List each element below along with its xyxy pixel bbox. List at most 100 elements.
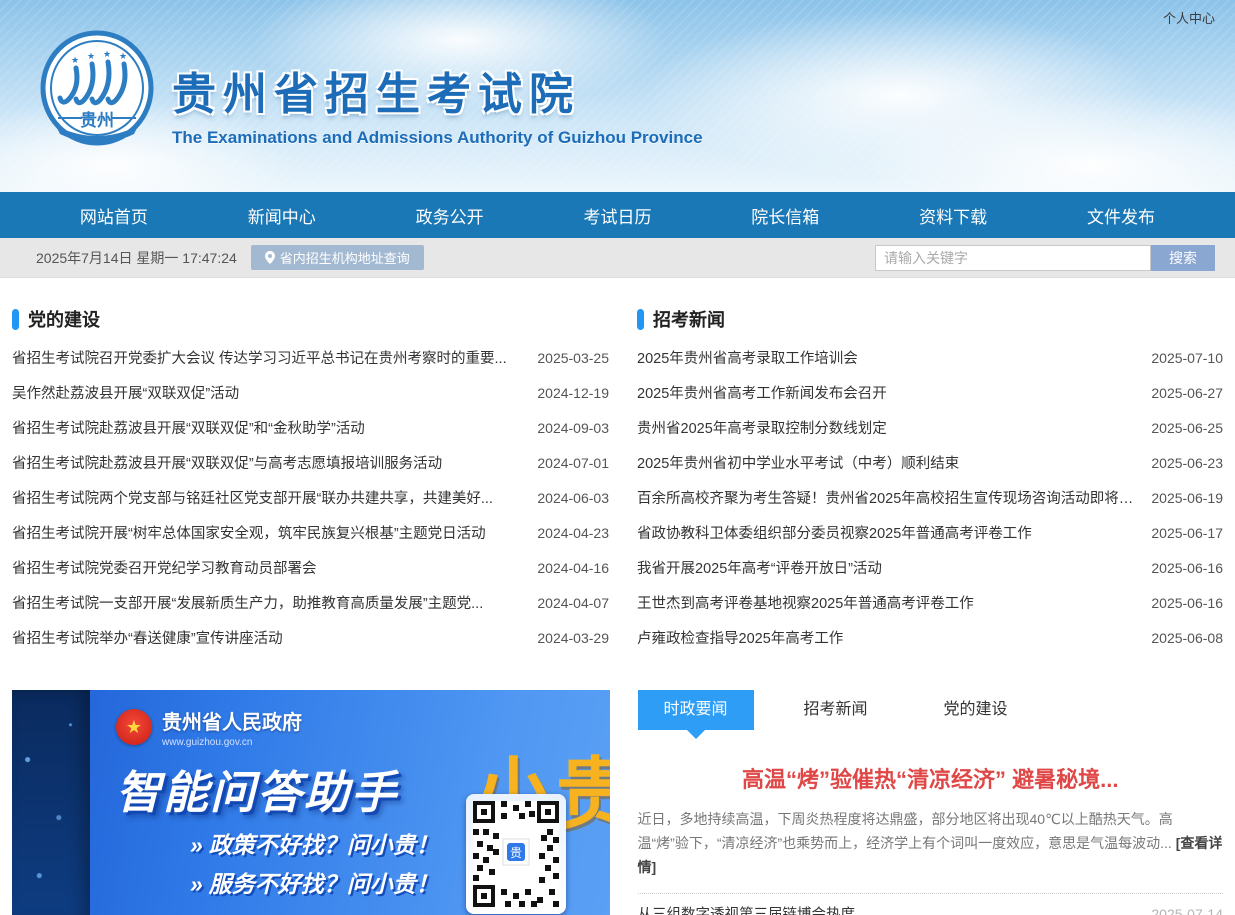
news-row[interactable]: 省招生考试院两个党支部与铭廷社区党支部开展“联办共建共享，共建美好... 202… <box>12 480 609 515</box>
news-row[interactable]: 省招生考试院举办“春送健康”宣传讲座活动 2024-03-29 <box>12 620 609 655</box>
news-title-link[interactable]: 省招生考试院两个党支部与铭廷社区党支部开展“联办共建共享，共建美好... <box>12 487 537 508</box>
news-title-link[interactable]: 省招生考试院一支部开展“发展新质生产力，助推教育高质量发展”主题党... <box>12 592 537 613</box>
news-row[interactable]: 省招生考试院召开党委扩大会议 传达学习习近平总书记在贵州考察时的重要... 20… <box>12 340 609 375</box>
news-title-link[interactable]: 王世杰到高考评卷基地视察2025年普通高考评卷工作 <box>637 592 1151 613</box>
svg-text:贵: 贵 <box>509 846 521 860</box>
news-title-link[interactable]: 省招生考试院赴荔波县开展“双联双促”和“金秋助学”活动 <box>12 417 537 438</box>
news-row[interactable]: 省招生考试院开展“树牢总体国家安全观，筑牢民族复兴根基”主题党日活动 2024-… <box>12 515 609 550</box>
news-date: 2024-04-07 <box>537 595 609 611</box>
news-date: 2025-06-16 <box>1151 595 1223 611</box>
main-content: 党的建设 省招生考试院召开党委扩大会议 传达学习习近平总书记在贵州考察时的重要.… <box>0 278 1235 655</box>
news-row[interactable]: 百余所高校齐聚为考生答疑！贵州省2025年高校招生宣传现场咨询活动即将举行 20… <box>637 480 1223 515</box>
nav-item[interactable]: 文件发布 <box>1087 203 1155 228</box>
nav-item[interactable]: 考试日历 <box>583 203 651 228</box>
search-button[interactable]: 搜索 <box>1151 245 1215 271</box>
nav-item[interactable]: 资料下载 <box>919 203 987 228</box>
news-row[interactable]: 省招生考试院赴荔波县开展“双联双促”与高考志愿填报培训服务活动 2024-07-… <box>12 445 609 480</box>
news-row[interactable]: 2025年贵州省初中学业水平考试（中考）顺利结束 2025-06-23 <box>637 445 1223 480</box>
featured-summary: 近日，多地持续高温，下周炎热程度将达鼎盛，部分地区将出现40℃以上酷热天气。高温… <box>638 808 1224 879</box>
nav-item[interactable]: 政务公开 <box>416 203 484 228</box>
news-row[interactable]: 贵州省2025年高考录取控制分数线划定 2025-06-25 <box>637 410 1223 445</box>
gov-name: 贵州省人民政府 <box>162 706 302 735</box>
news-date: 2025-06-25 <box>1151 420 1223 436</box>
news-title-link[interactable]: 卢雍政检查指导2025年高考工作 <box>637 627 1151 648</box>
double-arrow-icon: » <box>190 871 203 897</box>
news-row[interactable]: 我省开展2025年高考“评卷开放日”活动 2025-06-16 <box>637 550 1223 585</box>
news-date: 2025-07-10 <box>1151 350 1223 366</box>
section-bullet <box>12 309 19 330</box>
news-row[interactable]: 王世杰到高考评卷基地视察2025年普通高考评卷工作 2025-06-16 <box>637 585 1223 620</box>
qr-code: 贵 <box>466 794 566 914</box>
nav-item[interactable]: 院长信箱 <box>751 203 819 228</box>
nav-item[interactable]: 网站首页 <box>80 203 148 228</box>
news-row[interactable]: 省招生考试院赴荔波县开展“双联双促”和“金秋助学”活动 2024-09-03 <box>12 410 609 445</box>
news-row[interactable]: 2025年贵州省高考录取工作培训会 2025-07-10 <box>637 340 1223 375</box>
party-building-section: 党的建设 省招生考试院召开党委扩大会议 传达学习习近平总书记在贵州考察时的重要.… <box>12 278 609 655</box>
news-date: 2024-09-03 <box>537 420 609 436</box>
news-title-link[interactable]: 吴作然赴荔波县开展“双联双促”活动 <box>12 382 537 403</box>
news-date: 2025-06-17 <box>1151 525 1223 541</box>
news-title-link[interactable]: 2025年贵州省初中学业水平考试（中考）顺利结束 <box>637 452 1151 473</box>
svg-text:★: ★ <box>71 55 79 65</box>
smart-assistant-banner[interactable]: ★ 贵州省人民政府 www.guizhou.gov.cn 智能问答助手 小贵 »… <box>12 690 610 915</box>
featured-headline[interactable]: 高温“烤”验催热“清凉经济” 避暑秘境... <box>638 762 1224 794</box>
news-title-link[interactable]: 省招生考试院赴荔波县开展“双联双促”与高考志愿填报培训服务活动 <box>12 452 537 473</box>
news-title-link[interactable]: 贵州省2025年高考录取控制分数线划定 <box>637 417 1151 438</box>
banner-side-strip <box>12 690 90 915</box>
location-pin-icon <box>265 251 275 264</box>
news-row[interactable]: 卢雍政检查指导2025年高考工作 2025-06-08 <box>637 620 1223 655</box>
news-date: 2025-03-25 <box>537 350 609 366</box>
tab-party-building[interactable]: 党的建设 <box>918 690 1034 730</box>
news-row[interactable]: 吴作然赴荔波县开展“双联双促”活动 2024-12-19 <box>12 375 609 410</box>
banner-main-title: 智能问答助手 <box>116 756 398 821</box>
nav-item[interactable]: 新闻中心 <box>248 203 316 228</box>
institution-address-query-button[interactable]: 省内招生机构地址查询 <box>251 245 424 270</box>
dotted-divider <box>638 893 1224 894</box>
cloud-decoration <box>860 90 1235 192</box>
news-title-link[interactable]: 省招生考试院召开党委扩大会议 传达学习习近平总书记在贵州考察时的重要... <box>12 347 537 368</box>
info-bar: 2025年7月14日 星期一 17:47:24 省内招生机构地址查询 搜索 <box>0 238 1235 278</box>
news-title-link[interactable]: 2025年贵州省高考录取工作培训会 <box>637 347 1151 368</box>
site-subtitle: The Examinations and Admissions Authorit… <box>172 128 703 148</box>
news-title-link[interactable]: 省招生考试院举办“春送健康”宣传讲座活动 <box>12 627 537 648</box>
section-header: 党的建设 <box>12 307 609 331</box>
svg-text:★: ★ <box>103 49 111 59</box>
news-date: 2025-06-08 <box>1151 630 1223 646</box>
news-row[interactable]: 省招生考试院一支部开展“发展新质生产力，助推教育高质量发展”主题党... 202… <box>12 585 609 620</box>
news-date: 2024-12-19 <box>537 385 609 401</box>
banner-slogan-2: »服务不好找？问小贵！ <box>190 865 439 899</box>
personal-center-link[interactable]: 个人中心 <box>1163 8 1215 27</box>
gov-url: www.guizhou.gov.cn <box>162 737 302 748</box>
news-date: 2024-04-23 <box>537 525 609 541</box>
current-datetime: 2025年7月14日 星期一 17:47:24 <box>36 248 237 268</box>
tab-exam-news[interactable]: 招考新闻 <box>778 690 894 730</box>
search-input[interactable] <box>875 245 1151 271</box>
site-header: 个人中心 ★★ ★★ 贵州 贵州省招生考试院 The Examinations … <box>0 0 1235 192</box>
news-title-link[interactable]: 省招生考试院党委召开党纪学习教育动员部署会 <box>12 557 537 578</box>
banner-slogan-1: »政策不好找？问小贵！ <box>190 826 439 860</box>
news-row[interactable]: 从三组数字透视第三届链博会热度 2025-07-14 <box>638 898 1224 915</box>
news-title-link[interactable]: 百余所高校齐聚为考生答疑！贵州省2025年高校招生宣传现场咨询活动即将举行 <box>637 487 1151 508</box>
news-row[interactable]: 省招生考试院党委召开党纪学习教育动员部署会 2024-04-16 <box>12 550 609 585</box>
institution-address-query-label: 省内招生机构地址查询 <box>280 248 410 267</box>
exam-news-section: 招考新闻 2025年贵州省高考录取工作培训会 2025-07-10 2025年贵… <box>637 278 1223 655</box>
news-row[interactable]: 2025年贵州省高考工作新闻发布会召开 2025-06-27 <box>637 375 1223 410</box>
news-date: 2025-06-27 <box>1151 385 1223 401</box>
news-date: 2025-06-23 <box>1151 455 1223 471</box>
news-title-link[interactable]: 我省开展2025年高考“评卷开放日”活动 <box>637 557 1151 578</box>
tab-current-politics[interactable]: 时政要闻 <box>638 690 754 730</box>
news-date: 2024-03-29 <box>537 630 609 646</box>
national-emblem-icon: ★ <box>116 709 152 745</box>
news-title-link[interactable]: 省招生考试院开展“树牢总体国家安全观，筑牢民族复兴根基”主题党日活动 <box>12 522 537 543</box>
site-logo: ★★ ★★ 贵州 <box>38 30 156 159</box>
news-tabs-panel: 时政要闻 招考新闻 党的建设 高温“烤”验催热“清凉经济” 避暑秘境... 近日… <box>638 690 1224 915</box>
news-title-link[interactable]: 2025年贵州省高考工作新闻发布会召开 <box>637 382 1151 403</box>
news-title-link[interactable]: 从三组数字透视第三届链博会热度 <box>638 903 1152 915</box>
section-bullet <box>637 309 644 330</box>
section-title: 招考新闻 <box>653 306 725 332</box>
news-title-link[interactable]: 省政协教科卫体委组织部分委员视察2025年普通高考评卷工作 <box>637 522 1151 543</box>
news-row[interactable]: 省政协教科卫体委组织部分委员视察2025年普通高考评卷工作 2025-06-17 <box>637 515 1223 550</box>
news-date: 2025-07-14 <box>1151 906 1223 915</box>
news-date: 2024-06-03 <box>537 490 609 506</box>
section-title: 党的建设 <box>28 306 100 332</box>
